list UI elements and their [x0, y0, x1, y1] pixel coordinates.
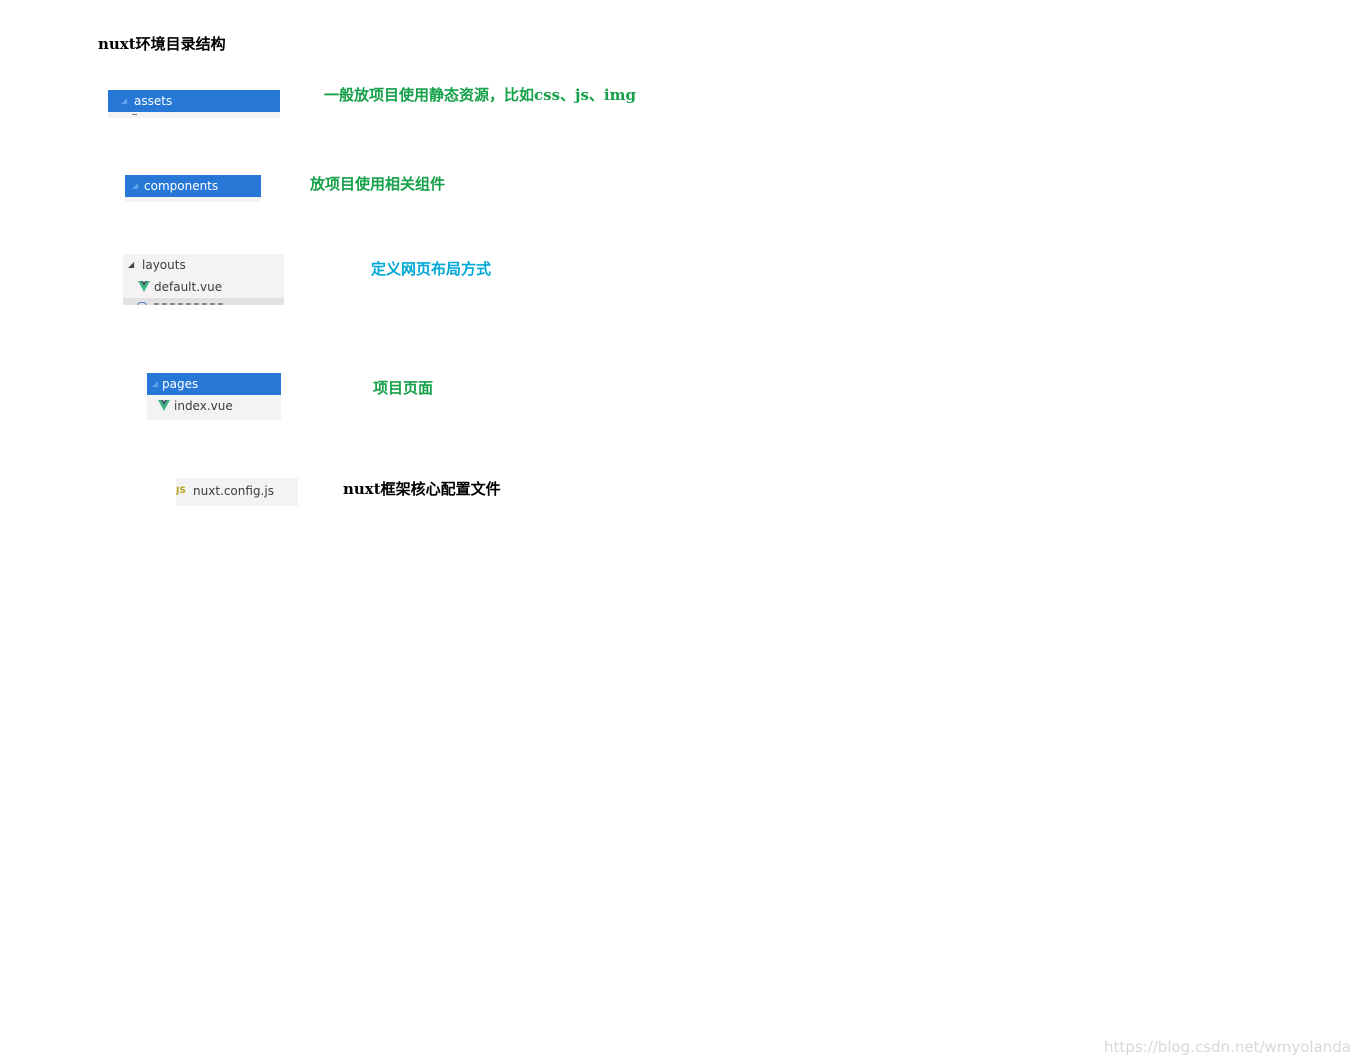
chevron-down-icon: ◢: [128, 260, 135, 269]
tree-item-cut-off: [108, 113, 280, 117]
chevron-down-icon: ◢: [132, 181, 139, 190]
tree-item-assets[interactable]: ◢ assets: [108, 90, 280, 112]
tree-item-cut-off: [123, 298, 284, 305]
vue-icon: [158, 400, 170, 411]
tree-item-label: default.vue: [154, 280, 223, 294]
tree-item-label: assets: [134, 94, 173, 108]
description-assets: 一般放项目使用静态资源，比如css、js、img: [324, 86, 636, 104]
tree-snippet-components: ◢ components: [125, 175, 261, 202]
page-title: nuxt环境目录结构: [98, 35, 226, 53]
tree-item-components[interactable]: ◢ components: [125, 175, 261, 197]
tree-item-default-vue[interactable]: default.vue: [123, 276, 284, 298]
tree-item-layouts[interactable]: ◢ layouts: [123, 254, 284, 276]
chevron-down-icon: ◢: [121, 96, 128, 105]
tree-snippet-nuxt-config: JS nuxt.config.js: [176, 478, 298, 506]
tree-item-label: components: [144, 179, 219, 193]
tree-item-pages[interactable]: ◢ pages: [147, 373, 281, 395]
tree-item-label: index.vue: [174, 399, 233, 413]
vue-icon: [138, 281, 150, 292]
tree-item-label: layouts: [142, 258, 186, 272]
tree-snippet-assets: ◢ assets: [108, 90, 280, 118]
chevron-down-icon: ◢: [152, 379, 159, 388]
tree-item-nuxt-config-js[interactable]: JS nuxt.config.js: [176, 480, 298, 502]
watermark: https://blog.csdn.net/wmyolanda: [1104, 1038, 1351, 1056]
description-nuxt-config: nuxt框架核心配置文件: [343, 480, 501, 498]
js-file-icon: JS: [176, 486, 186, 496]
description-components: 放项目使用相关组件: [310, 175, 446, 193]
tree-item-label: pages: [162, 377, 199, 391]
description-pages: 项目页面: [373, 379, 434, 397]
tree-item-index-vue[interactable]: index.vue: [147, 395, 281, 417]
tree-snippet-layouts: ◢ layouts default.vue: [123, 254, 284, 305]
tree-item-label: nuxt.config.js: [193, 484, 274, 498]
tree-snippet-pages: ◢ pages index.vue: [147, 373, 281, 420]
description-layouts: 定义网页布局方式: [371, 260, 492, 278]
